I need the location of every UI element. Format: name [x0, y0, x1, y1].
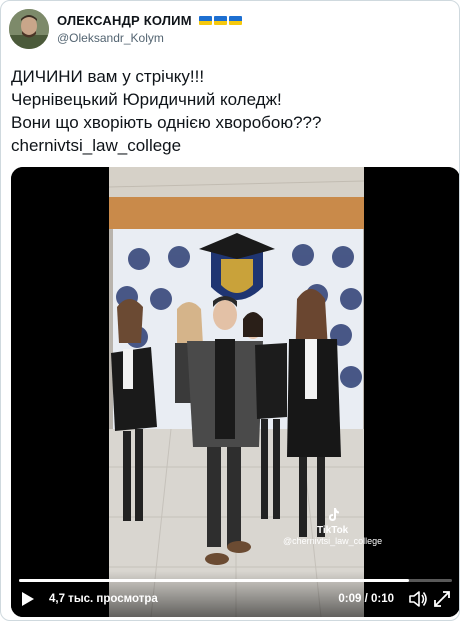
ukraine-flag-icon: [228, 16, 242, 25]
tweet-line: chernivtsi_law_college: [11, 136, 182, 155]
video-controls: 4,7 тыс. просмотра 0:09 / 0:10: [11, 571, 459, 617]
view-count: 4,7 тыс. просмотра: [49, 593, 158, 605]
tweet-header: ОЛЕКСАНДР КОЛИМ @Oleksandr_Kolym: [9, 9, 451, 53]
tiktok-watermark: TikTok @chernivtsi_law_college: [283, 507, 382, 546]
volume-icon: [409, 591, 427, 607]
tweet-text: ДИЧИНИ вам у стрічку!!! Чернівецький Юри…: [11, 65, 451, 157]
flag-emojis: [198, 16, 242, 25]
fullscreen-icon: [434, 591, 450, 607]
video-player[interactable]: TikTok @chernivtsi_law_college 4,7 тыс. …: [11, 167, 459, 617]
progress-fill: [19, 579, 409, 582]
tiktok-handle: @chernivtsi_law_college: [283, 536, 383, 546]
author-names: ОЛЕКСАНДР КОЛИМ @Oleksandr_Kolym: [57, 13, 242, 45]
volume-button[interactable]: [408, 589, 428, 609]
control-row: 4,7 тыс. просмотра 0:09 / 0:10: [19, 589, 452, 609]
tweet-line: Вони що хворіють однією хворобою???: [11, 113, 322, 132]
video-frame: [11, 167, 459, 617]
tweet-card[interactable]: ОЛЕКСАНДР КОЛИМ @Oleksandr_Kolym ДИЧИНИ …: [0, 0, 460, 621]
tiktok-brand: TikTok: [316, 525, 349, 536]
ukraine-flag-icon: [213, 16, 227, 25]
progress-bar[interactable]: [19, 579, 452, 582]
author-handle[interactable]: @Oleksandr_Kolym: [57, 31, 242, 45]
display-name[interactable]: ОЛЕКСАНДР КОЛИМ: [57, 13, 192, 28]
tiktok-icon: [283, 507, 382, 525]
play-icon: [22, 592, 34, 606]
video-time: 0:09 / 0:10: [338, 593, 394, 605]
tweet-line: ДИЧИНИ вам у стрічку!!!: [11, 67, 205, 86]
fullscreen-button[interactable]: [432, 589, 452, 609]
play-button[interactable]: [19, 590, 37, 608]
ukraine-flag-icon: [198, 16, 212, 25]
tweet-line: Чернівецький Юридичний коледж!: [11, 90, 282, 109]
avatar[interactable]: [9, 9, 49, 49]
